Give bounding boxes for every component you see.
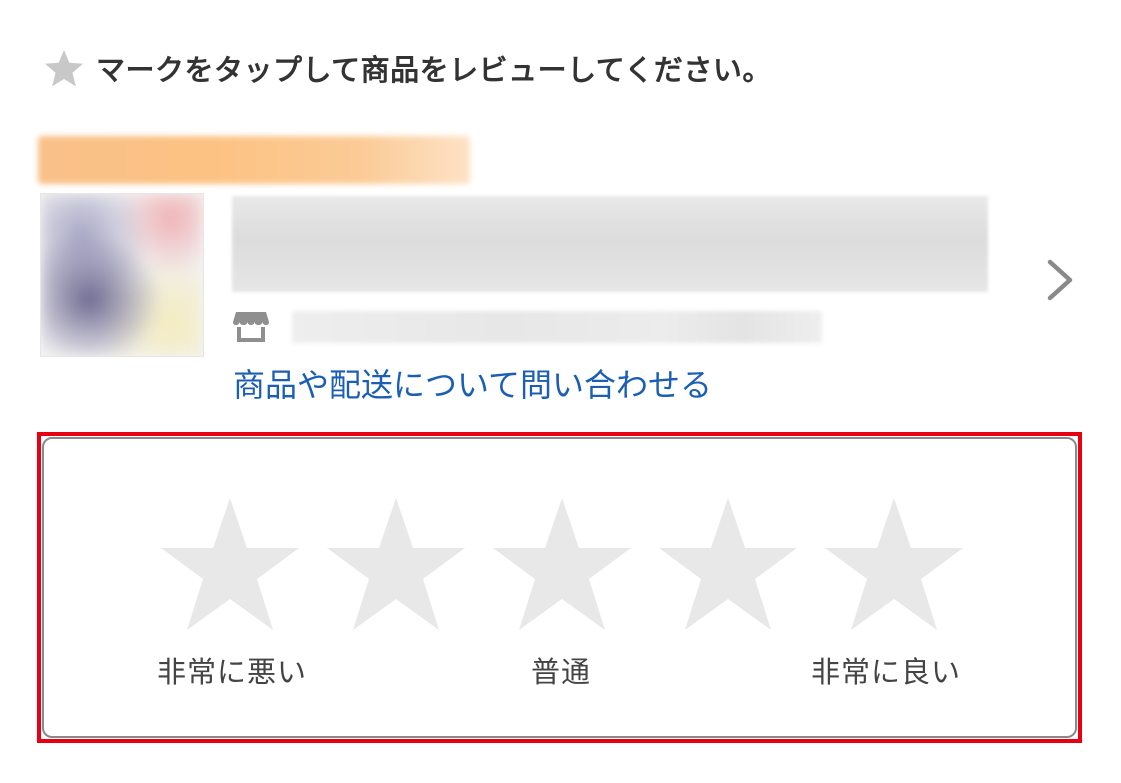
rating-star-1[interactable] <box>159 496 301 632</box>
store-icon <box>233 312 269 342</box>
star-icon <box>45 50 83 87</box>
product-image <box>41 194 203 356</box>
rating-label-very-good: 非常に良い <box>810 655 962 689</box>
instruction-text: マークをタップして商品をレビューしてください。 <box>96 53 772 87</box>
rating-star-4[interactable] <box>657 496 799 632</box>
rating-label-neutral: 普通 <box>530 655 592 689</box>
review-instruction: マークをタップして商品をレビューしてください。 <box>44 46 772 90</box>
shop-row <box>232 310 822 344</box>
product-thumbnail[interactable] <box>40 193 204 357</box>
product-title-placeholder[interactable] <box>232 196 988 292</box>
chevron-right-icon[interactable] <box>1040 256 1080 304</box>
rating-star-2[interactable] <box>325 496 467 632</box>
rating-star-3[interactable] <box>491 496 633 632</box>
star-rating-box: 非常に悪い 普通 非常に良い <box>42 437 1077 738</box>
rating-star-5[interactable] <box>823 496 965 632</box>
rating-label-very-bad: 非常に悪い <box>156 655 308 689</box>
shop-link-placeholder[interactable] <box>292 311 822 343</box>
contact-seller-link[interactable]: 商品や配送について問い合わせる <box>233 360 712 406</box>
shop-name-placeholder <box>38 136 470 184</box>
star-rating <box>44 496 1075 636</box>
